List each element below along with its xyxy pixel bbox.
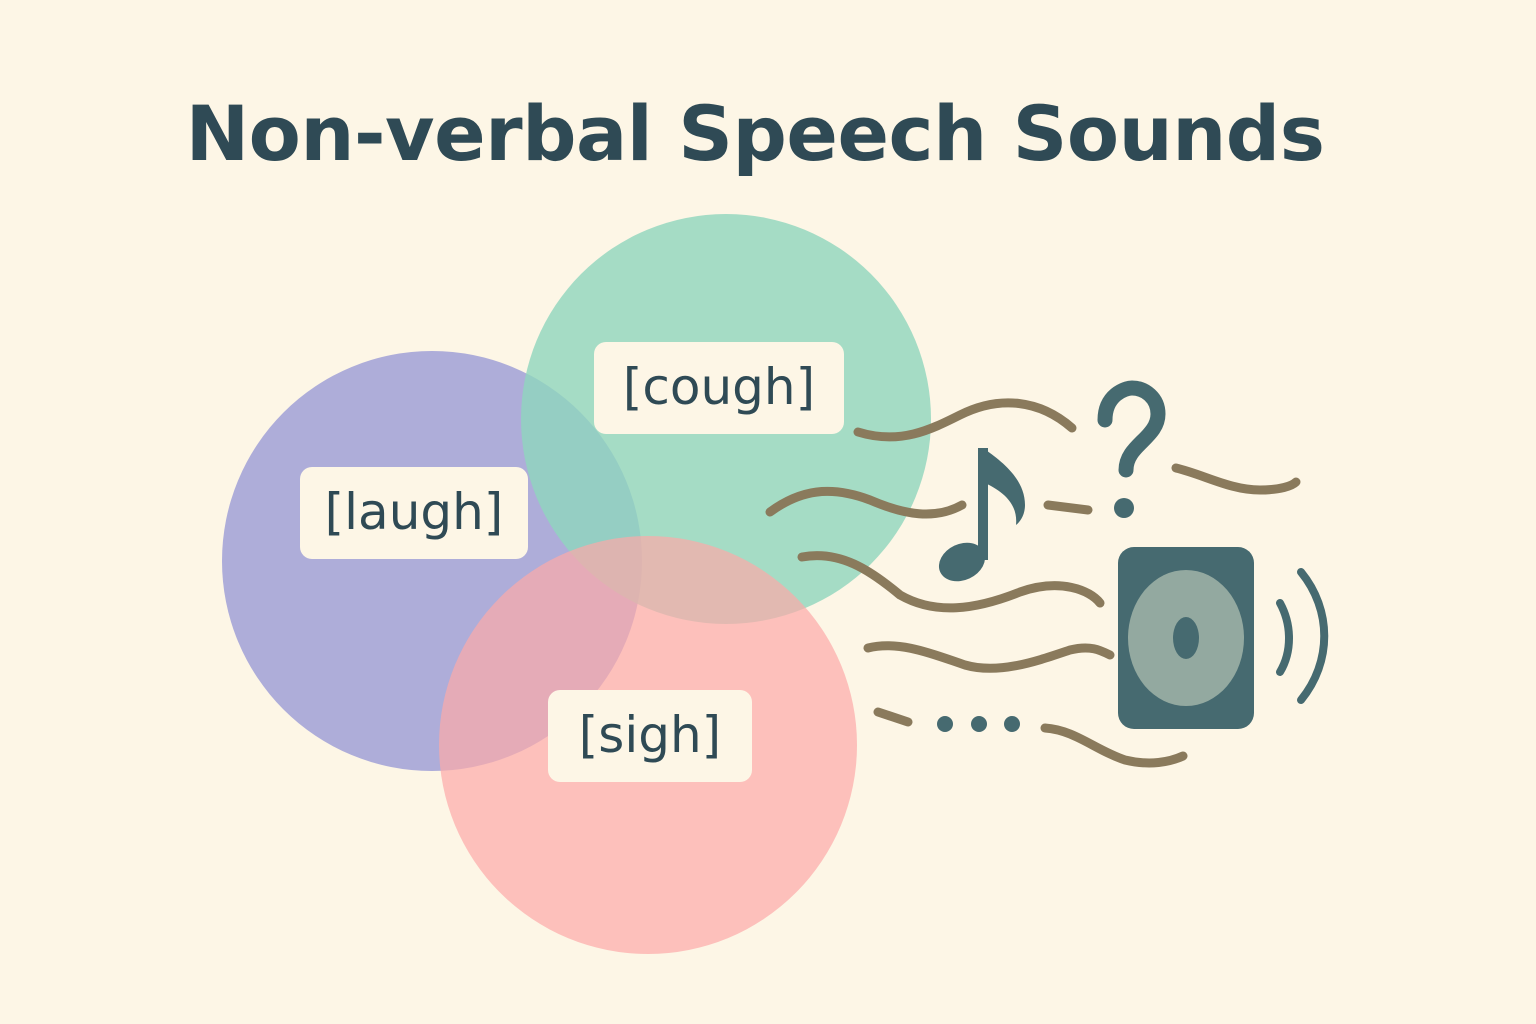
sound-wave-icon bbox=[1040, 723, 1188, 768]
sound-wave-icon bbox=[1171, 463, 1301, 495]
speaker-icon bbox=[1118, 547, 1329, 729]
question-mark-icon bbox=[1097, 380, 1166, 518]
sound-wave-icon bbox=[863, 641, 1115, 673]
speaker-wave-inner-icon bbox=[1276, 599, 1293, 676]
sound-wave-icon bbox=[873, 707, 913, 727]
diagram-canvas bbox=[222, 214, 1329, 954]
venn-diagram bbox=[222, 214, 931, 954]
label-laugh: [laugh] bbox=[300, 467, 528, 559]
label-sigh: [sigh] bbox=[548, 690, 752, 782]
speaker-wave-outer-icon bbox=[1297, 568, 1329, 704]
sound-wave-icon bbox=[1043, 500, 1093, 515]
ellipsis-icon bbox=[937, 716, 1020, 732]
music-note-icon bbox=[938, 448, 1025, 582]
label-cough: [cough] bbox=[594, 342, 844, 434]
